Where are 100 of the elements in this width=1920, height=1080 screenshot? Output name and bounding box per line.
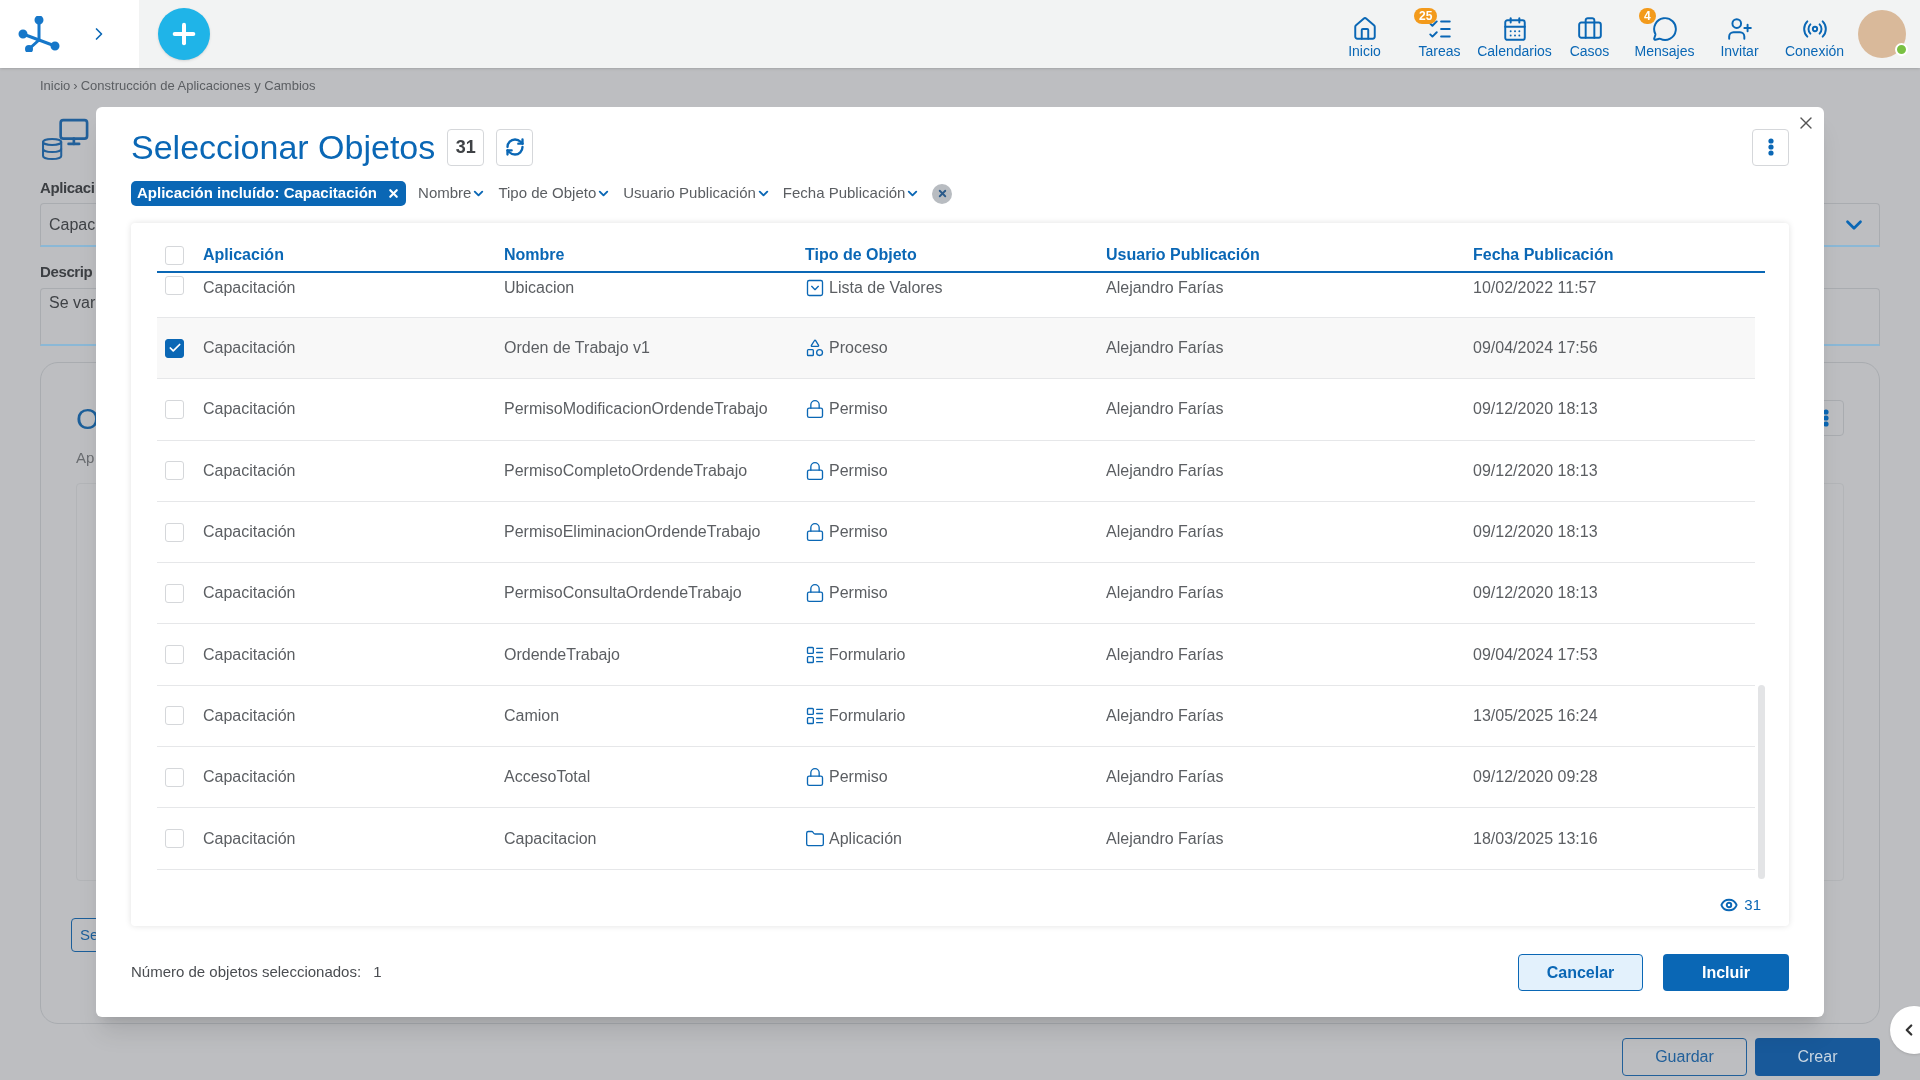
table-cell-text: PermisoCompletoOrdendeTrabajo <box>504 460 748 481</box>
refresh-button[interactable] <box>496 128 534 166</box>
table-row[interactable]: Capacitación AccesoTotal Permiso Alejandro Farías 09/12/2020 09:28 <box>157 747 1755 809</box>
table-row[interactable]: Capacitación Camion Formulario Alejandro Farías 13/05/2025 16:24 <box>157 685 1755 748</box>
filter-dropdown[interactable]: Tipo de Objeto <box>498 182 612 205</box>
nav-item[interactable]: Invitar <box>1702 8 1777 60</box>
lock-icon <box>805 522 825 543</box>
cancel-button[interactable]: Cancelar <box>1518 954 1643 991</box>
table-cell-text: Alejandro Farías <box>1106 338 1224 359</box>
table-cell-text: Lista de Valores <box>829 278 943 298</box>
selected-count-label: Número de objetos seleccionados: <box>131 962 362 983</box>
dialog-title: Seleccionar Objetos <box>131 127 436 167</box>
row-checkbox[interactable] <box>165 338 184 358</box>
avatar[interactable] <box>1858 10 1906 58</box>
chat-bubble-icon <box>1651 16 1678 42</box>
table-cell-text: Alejandro Farías <box>1106 705 1224 726</box>
count-badge: 31 <box>447 128 485 166</box>
count-badge: 25 <box>1414 8 1438 24</box>
column-header[interactable]: Tipo de Objeto <box>805 243 1106 267</box>
table-cell-text: OrdendeTrabajo <box>504 644 620 665</box>
lock-icon <box>805 767 825 788</box>
table-cell-text: Alejandro Farías <box>1106 460 1224 481</box>
count-badge: 4 <box>1639 8 1656 24</box>
table-cell-text: Permiso <box>829 399 888 420</box>
table-cell-text: Formulario <box>829 644 906 665</box>
shapes-icon <box>805 338 825 359</box>
add-user-icon <box>1726 16 1753 42</box>
select-all-checkbox[interactable] <box>165 245 184 265</box>
nav-item[interactable]: Calendarios <box>1477 8 1552 60</box>
table-cell-text: Permiso <box>829 460 888 481</box>
table-cell-text: 13/05/2025 16:24 <box>1473 705 1598 726</box>
table-cell-text: 09/12/2020 18:13 <box>1473 399 1598 420</box>
nav-item[interactable]: Tareas 25 <box>1402 8 1477 60</box>
table-row[interactable]: Capacitación Capacitacion Aplicación Alejandro Farías 18/03/2025 13:16 <box>157 808 1755 870</box>
section-subtitle: Ap <box>76 447 95 468</box>
field-label: Aplicaci <box>40 177 95 198</box>
scrollbar-thumb[interactable] <box>1758 685 1765 879</box>
add-button[interactable] <box>158 8 210 60</box>
table-row[interactable]: Capacitación OrdendeTrabajo Formulario Alejandro Farías 09/04/2024 17:53 <box>157 624 1755 686</box>
table-cell-text: 09/12/2020 18:13 <box>1473 583 1598 604</box>
breadcrumb-separator: › <box>73 77 78 95</box>
table-cell-text: Permiso <box>829 583 888 604</box>
clear-icon <box>936 188 948 199</box>
more-icon <box>1767 138 1774 156</box>
nav-item[interactable]: Conexión <box>1777 8 1852 60</box>
table-cell-text: Alejandro Farías <box>1106 767 1224 788</box>
column-header[interactable]: Aplicación <box>203 243 504 267</box>
clear-filters-button[interactable] <box>932 183 953 204</box>
table-cell-text: Camion <box>504 705 560 726</box>
table-cell-text: Ubicacion <box>504 278 575 298</box>
table-cell-text: Capacitacion <box>504 828 597 849</box>
table-row[interactable]: Capacitación PermisoEliminacionOrdendeTrabajo Permiso Alejandro Farías 09/12/2020 18:13 <box>157 501 1755 564</box>
logo-icon[interactable] <box>18 16 60 52</box>
nav-item[interactable]: Casos <box>1552 8 1627 60</box>
lock-icon <box>805 460 825 481</box>
table-cell-text: Capacitación <box>203 583 296 604</box>
table-cell-text: PermisoConsultaOrdendeTrabajo <box>504 583 742 604</box>
table-cell-text: Capacitación <box>203 767 296 788</box>
calendar-icon <box>1501 16 1528 42</box>
table-cell-text: 09/04/2024 17:53 <box>1473 644 1598 665</box>
column-header[interactable]: Usuario Publicación <box>1106 243 1473 267</box>
lock-icon <box>805 399 825 420</box>
table-cell-text: PermisoEliminacionOrdendeTrabajo <box>504 522 761 543</box>
column-header[interactable]: Fecha Publicación <box>1473 243 1765 267</box>
more-options-button[interactable] <box>1752 128 1789 166</box>
table-cell-text: Capacitación <box>203 828 296 849</box>
table-cell-text: Alejandro Farías <box>1106 583 1224 604</box>
table-cell-text: Alejandro Farías <box>1106 828 1224 849</box>
breadcrumb-link[interactable]: Inicio <box>40 76 71 96</box>
table-cell-text: Aplicación <box>829 828 902 849</box>
table-cell-text: PermisoModificacionOrdendeTrabajo <box>504 399 768 420</box>
include-button[interactable]: Incluir <box>1663 954 1789 991</box>
breadcrumb-link[interactable]: Construcción de Aplicaciones y Cambios <box>80 76 316 96</box>
table-cell-text: 09/12/2020 18:13 <box>1473 460 1598 481</box>
table-cell-text: Permiso <box>829 522 888 543</box>
column-header[interactable]: Nombre <box>504 243 805 267</box>
table-cell-text: Capacitación <box>203 338 296 359</box>
table-row[interactable]: Capacitación PermisoCompletoOrdendeTrabajo Permiso Alejandro Farías 09/12/2020 18:13 <box>157 440 1755 502</box>
filter-dropdown[interactable]: Usuario Publicación <box>623 182 771 205</box>
table-cell-text: AccesoTotal <box>504 767 591 788</box>
briefcase-icon <box>1576 16 1603 42</box>
table-cell-text: Proceso <box>829 338 888 359</box>
remove-icon <box>387 187 401 200</box>
table-row[interactable]: Capacitación PermisoModificacionOrdendeTrabajo Permiso Alejandro Farías 09/12/2020 18:13 <box>157 379 1755 441</box>
nav-item[interactable]: Mensajes 4 <box>1627 8 1702 60</box>
filter-dropdown[interactable]: Nombre <box>418 182 487 205</box>
form-icon <box>805 644 825 665</box>
dropdown-icon <box>805 278 825 298</box>
create-button[interactable]: Crear <box>1755 1037 1880 1076</box>
nav-item[interactable]: Inicio <box>1327 8 1402 60</box>
filter-chip[interactable]: Aplicación incluído: Capacitación <box>131 181 407 206</box>
table-cell-text: Alejandro Farías <box>1106 644 1224 665</box>
filter-dropdown[interactable]: Fecha Publicación <box>782 182 921 205</box>
table-cell-text: Capacitación <box>203 522 296 543</box>
table-cell-text: Alejandro Farías <box>1106 522 1224 543</box>
table-row[interactable]: Capacitación Orden de Trabajo v1 Proceso Alejandro Farías 09/04/2024 17:56 <box>157 318 1755 380</box>
table-cell-text: Capacitación <box>203 278 296 298</box>
table-row[interactable]: Capacitación PermisoConsultaOrdendeTrabajo Permiso Alejandro Farías 09/12/2020 18:13 <box>157 563 1755 625</box>
save-button[interactable]: Guardar <box>1622 1037 1747 1076</box>
table-cell-text: 09/12/2020 18:13 <box>1473 522 1598 543</box>
